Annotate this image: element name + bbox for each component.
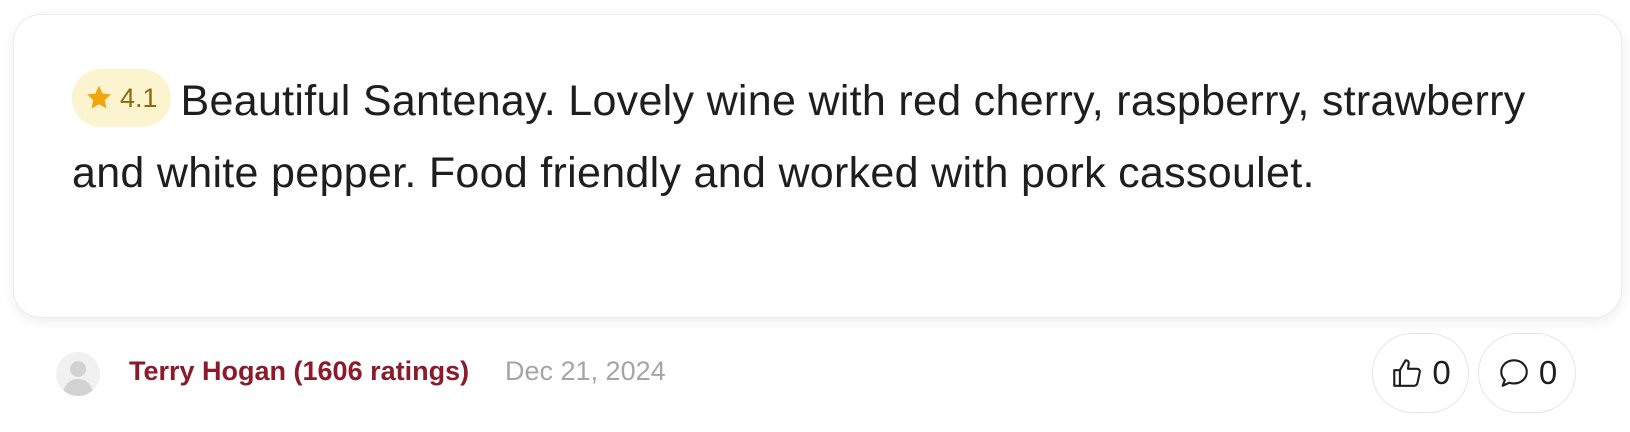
like-button[interactable]: 0 bbox=[1372, 333, 1469, 413]
review-date: Dec 21, 2024 bbox=[505, 356, 666, 386]
speech-bubble-icon bbox=[1500, 359, 1528, 387]
thumbs-up-icon bbox=[1393, 359, 1422, 387]
user-avatar-icon[interactable] bbox=[56, 352, 100, 396]
rating-badge: 4.1 bbox=[72, 69, 171, 127]
avatar-silhouette-icon bbox=[62, 361, 94, 396]
like-count: 0 bbox=[1432, 354, 1451, 391]
rating-value: 4.1 bbox=[120, 83, 158, 113]
comment-count: 0 bbox=[1538, 354, 1558, 391]
comment-button[interactable]: 0 bbox=[1478, 333, 1576, 413]
review-card: 4.1 Beautiful Santenay. Lovely wine with… bbox=[13, 14, 1622, 318]
author-link[interactable]: Terry Hogan (1606 ratings) bbox=[129, 356, 469, 387]
review-footer: Terry Hogan (1606 ratings) Dec 21, 2024 … bbox=[0, 330, 1630, 416]
review-body: 4.1 Beautiful Santenay. Lovely wine with… bbox=[72, 65, 1552, 209]
review-text: Beautiful Santenay. Lovely wine with red… bbox=[72, 77, 1526, 197]
star-icon bbox=[87, 85, 111, 109]
